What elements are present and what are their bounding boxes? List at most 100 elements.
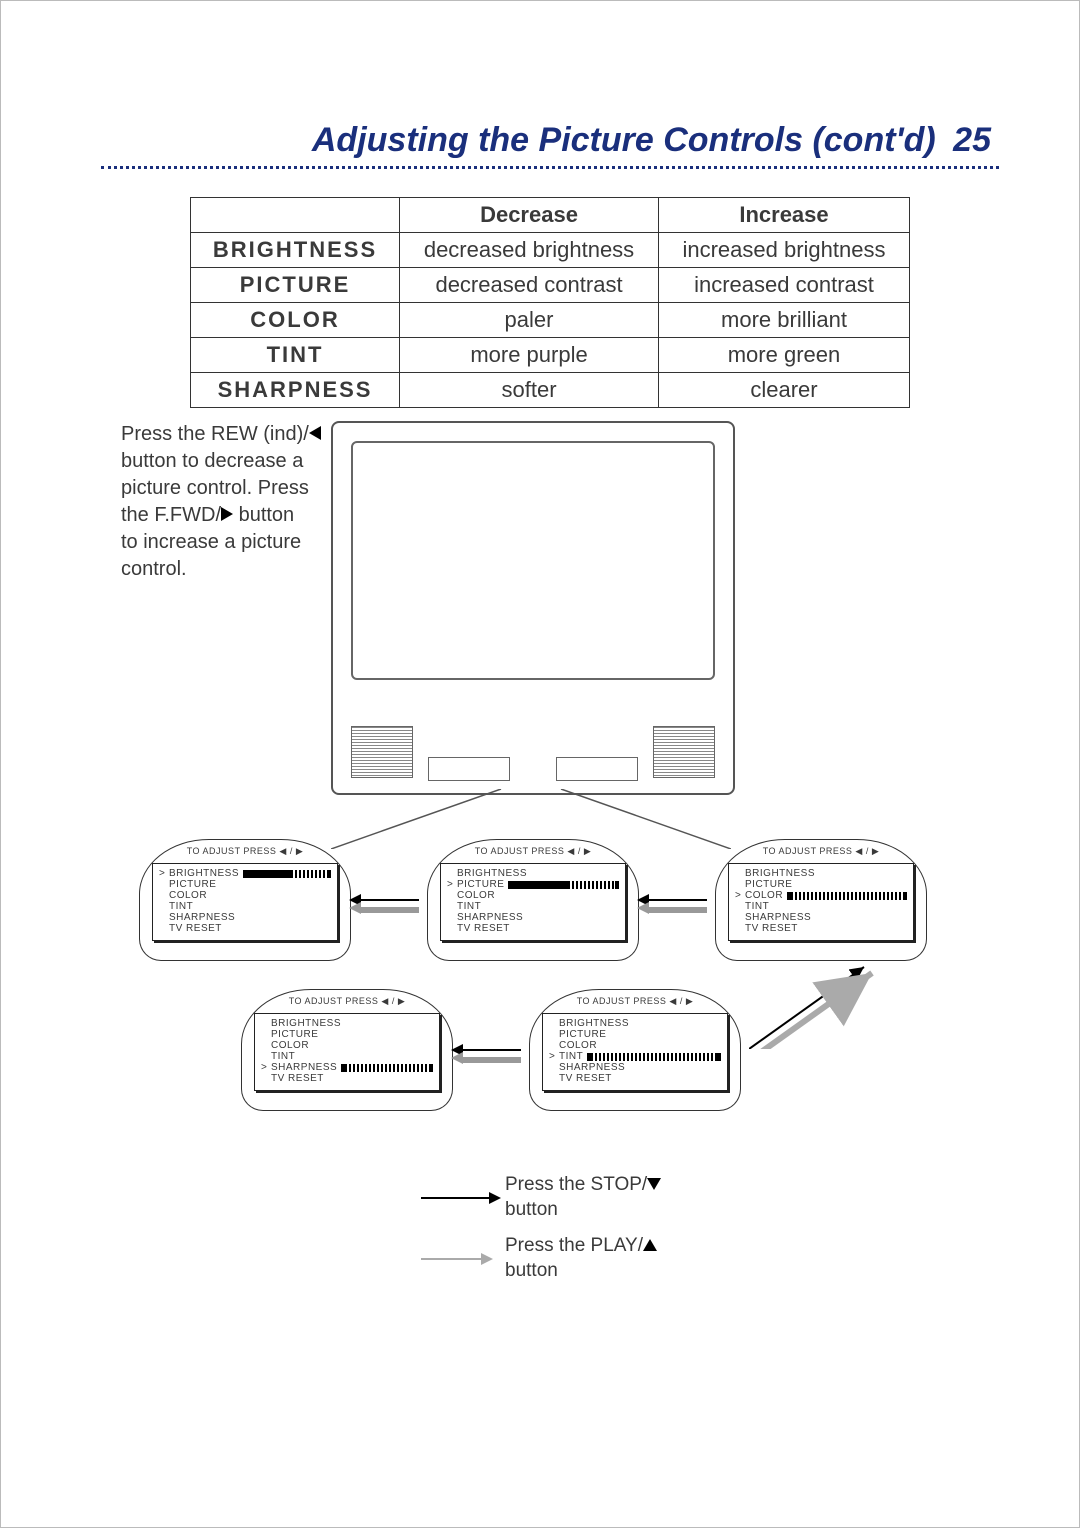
osd-item: TINT xyxy=(447,901,619,912)
osd-header: TO ADJUST PRESS ◀ / ▶ xyxy=(242,996,452,1007)
page-title: Adjusting the Picture Controls (cont'd) … xyxy=(101,121,999,160)
flow-arrow-icon xyxy=(647,899,707,901)
osd-item: TINT xyxy=(159,901,331,912)
osd-item: COLOR xyxy=(549,1040,721,1051)
tv-speaker-left xyxy=(351,726,413,778)
osd-item: SHARPNESS xyxy=(447,912,619,923)
instr-line: button to decrease a xyxy=(121,450,303,472)
row-label: TINT xyxy=(191,338,400,373)
osd-item: PICTURE xyxy=(159,879,331,890)
osd-item: TINT xyxy=(549,1051,721,1062)
row-label: BRIGHTNESS xyxy=(191,233,400,268)
osd-panel-picture: TO ADJUST PRESS ◀ / ▶ BRIGHTNESS PICTURE… xyxy=(427,839,639,961)
osd-item: TV RESET xyxy=(159,923,331,934)
table-header-decrease: Decrease xyxy=(400,198,659,233)
gray-arrow-icon xyxy=(421,1254,491,1264)
osd-item: SHARPNESS xyxy=(549,1062,721,1073)
page-number: 25 xyxy=(953,121,991,159)
osd-menu: BRIGHTNESS PICTURE COLOR TINT SHARPNESS … xyxy=(440,863,626,941)
row-dec: decreased contrast xyxy=(400,268,659,303)
level-bar xyxy=(508,881,619,889)
osd-menu: BRIGHTNESS PICTURE COLOR TINT SHARPNESS … xyxy=(542,1013,728,1091)
instr-line: Press the REW (ind)/ xyxy=(121,423,309,445)
osd-item: SHARPNESS xyxy=(735,912,907,923)
row-dec: softer xyxy=(400,373,659,408)
instr-line: the F.FWD/ xyxy=(121,504,221,526)
osd-header: TO ADJUST PRESS ◀ / ▶ xyxy=(140,846,350,857)
ffwd-right-icon xyxy=(221,507,233,521)
osd-item: PICTURE xyxy=(261,1029,433,1040)
instr-line: picture control. Press xyxy=(121,477,309,499)
osd-item: TV RESET xyxy=(261,1073,433,1084)
osd-item: COLOR xyxy=(735,890,907,901)
tv-speaker-right xyxy=(653,726,715,778)
flow-arrow-gray-icon xyxy=(647,907,707,913)
osd-item: COLOR xyxy=(447,890,619,901)
row-label: COLOR xyxy=(191,303,400,338)
header-divider xyxy=(101,166,999,169)
flow-arrow-icon xyxy=(359,899,419,901)
row-label: SHARPNESS xyxy=(191,373,400,408)
table-header-increase: Increase xyxy=(658,198,909,233)
button-legend: Press the STOP/ button Press the PLAY/ b… xyxy=(421,1173,661,1296)
osd-item: BRIGHTNESS xyxy=(735,868,907,879)
tv-illustration xyxy=(331,421,735,795)
instr-line: control. xyxy=(121,558,187,580)
osd-flow-area: TO ADJUST PRESS ◀ / ▶ BRIGHTNESS PICTURE… xyxy=(121,839,961,1199)
table-header-blank xyxy=(191,198,400,233)
table-row: PICTURE decreased contrast increased con… xyxy=(191,268,910,303)
level-bar xyxy=(341,1064,433,1072)
osd-item: TINT xyxy=(735,901,907,912)
osd-panel-sharpness: TO ADJUST PRESS ◀ / ▶ BRIGHTNESS PICTURE… xyxy=(241,989,453,1111)
level-bar xyxy=(787,892,907,900)
flow-arrow-icon xyxy=(461,1049,521,1051)
row-dec: decreased brightness xyxy=(400,233,659,268)
osd-panel-tint: TO ADJUST PRESS ◀ / ▶ BRIGHTNESS PICTURE… xyxy=(529,989,741,1111)
row-dec: more purple xyxy=(400,338,659,373)
picture-controls-table: Decrease Increase BRIGHTNESS decreased b… xyxy=(190,197,910,408)
osd-item: SHARPNESS xyxy=(159,912,331,923)
osd-header: TO ADJUST PRESS ◀ / ▶ xyxy=(530,996,740,1007)
osd-menu: BRIGHTNESS PICTURE COLOR TINT SHARPNESS … xyxy=(152,863,338,941)
tv-controls-right xyxy=(556,757,638,781)
osd-panel-brightness: TO ADJUST PRESS ◀ / ▶ BRIGHTNESS PICTURE… xyxy=(139,839,351,961)
legend-text: Press the PLAY/ xyxy=(505,1235,643,1256)
osd-item: TINT xyxy=(261,1051,433,1062)
solid-arrow-icon xyxy=(421,1197,491,1199)
legend-text: button xyxy=(505,1260,558,1281)
legend-item-stop: Press the STOP/ button xyxy=(421,1173,661,1222)
osd-item: BRIGHTNESS xyxy=(159,868,331,879)
instr-line: to increase a picture xyxy=(121,531,301,553)
osd-item: SHARPNESS xyxy=(261,1062,433,1073)
osd-item: BRIGHTNESS xyxy=(447,868,619,879)
row-label: PICTURE xyxy=(191,268,400,303)
row-inc: more green xyxy=(658,338,909,373)
page-heading-text: Adjusting the Picture Controls (cont'd) xyxy=(312,121,936,159)
osd-item: TV RESET xyxy=(549,1073,721,1084)
osd-item: BRIGHTNESS xyxy=(261,1018,433,1029)
instruction-text: Press the REW (ind)/ button to decrease … xyxy=(121,421,321,583)
row-inc: increased brightness xyxy=(658,233,909,268)
osd-item: PICTURE xyxy=(735,879,907,890)
osd-item: COLOR xyxy=(159,890,331,901)
osd-menu: BRIGHTNESS PICTURE COLOR TINT SHARPNESS … xyxy=(728,863,914,941)
row-inc: more brilliant xyxy=(658,303,909,338)
osd-item: COLOR xyxy=(261,1040,433,1051)
play-up-icon xyxy=(643,1239,657,1251)
table-row: COLOR paler more brilliant xyxy=(191,303,910,338)
flow-arrow-diag xyxy=(749,959,879,1049)
row-inc: increased contrast xyxy=(658,268,909,303)
osd-item: TV RESET xyxy=(735,923,907,934)
tv-controls-left xyxy=(428,757,510,781)
rewind-left-icon xyxy=(309,426,321,440)
row-inc: clearer xyxy=(658,373,909,408)
osd-item: BRIGHTNESS xyxy=(549,1018,721,1029)
row-dec: paler xyxy=(400,303,659,338)
legend-text: Press the STOP/ xyxy=(505,1174,647,1195)
level-bar xyxy=(243,870,331,878)
osd-item: TV RESET xyxy=(447,923,619,934)
instr-line: button xyxy=(233,504,294,526)
table-row: TINT more purple more green xyxy=(191,338,910,373)
table-row: SHARPNESS softer clearer xyxy=(191,373,910,408)
manual-page: Adjusting the Picture Controls (cont'd) … xyxy=(0,0,1080,1528)
